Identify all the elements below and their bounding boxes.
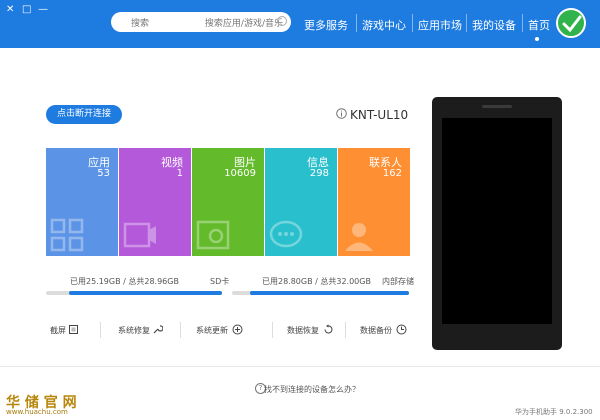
video-icon <box>123 222 156 248</box>
internal-storage-bar <box>232 291 409 295</box>
backup-button[interactable]: 数据备份 <box>360 325 392 336</box>
tool-separator <box>100 322 101 338</box>
search-input[interactable]: 搜索应用/游戏/音乐 <box>205 16 283 29</box>
nav-separator <box>412 14 413 32</box>
tile-count: 298 <box>309 168 329 179</box>
sd-storage-fill <box>68 291 222 295</box>
tile-videos[interactable]: 视频 1 <box>119 148 191 256</box>
tile-count: 1 <box>176 168 183 179</box>
screenshot-icon <box>69 325 78 334</box>
tool-separator <box>345 322 346 338</box>
restore-button[interactable]: 数据恢复 <box>287 325 319 336</box>
sd-storage-label: SD卡 <box>210 277 230 286</box>
internal-storage-fill <box>249 291 409 295</box>
phone-screen <box>442 118 552 324</box>
version-label: 华为手机助手 9.0.2.300 <box>515 408 593 416</box>
nav-item-game-center[interactable]: 游戏中心 <box>362 17 406 33</box>
phone-image <box>432 97 562 350</box>
tile-contacts[interactable]: 联系人 162 <box>338 148 410 256</box>
repair-icon <box>153 325 163 334</box>
phone-speaker <box>482 105 512 108</box>
picture-icon <box>196 220 230 250</box>
nav-separator <box>522 14 523 32</box>
sd-storage-usage: 已用25.19GB / 总共28.96GB <box>70 277 179 286</box>
help-link[interactable]: 找不到连接的设备怎么办？ <box>264 384 360 395</box>
tile-count: 53 <box>97 168 110 179</box>
maximize-icon[interactable]: □ <box>22 4 31 16</box>
contacts-icon <box>345 223 373 251</box>
close-icon[interactable]: ✕ <box>6 4 14 16</box>
footer-divider <box>0 366 600 367</box>
checkmark-logo-icon <box>562 15 582 33</box>
message-icon <box>269 220 303 248</box>
internal-storage-label: 内部存储 <box>382 277 414 286</box>
tool-separator <box>180 322 181 338</box>
device-model: KNT-UL10 <box>350 108 409 122</box>
system-repair-button[interactable]: 系统修复 <box>118 325 150 336</box>
nav-item-home[interactable]: 首页 <box>528 17 550 33</box>
nav-item-my-device[interactable]: 我的设备 <box>472 17 516 33</box>
active-nav-indicator <box>535 37 539 41</box>
nav-item-app-market[interactable]: 应用市场 <box>418 17 462 33</box>
disconnect-button[interactable]: 点击断开连接 <box>46 105 122 124</box>
tile-apps[interactable]: 应用 53 <box>46 148 118 256</box>
nav-separator <box>356 14 357 32</box>
sd-storage-bar <box>46 291 222 295</box>
backup-icon <box>396 324 407 335</box>
system-update-button[interactable]: 系统更新 <box>196 325 228 336</box>
tile-pictures[interactable]: 图片 10609 <box>192 148 264 256</box>
tile-messages[interactable]: 信息 298 <box>265 148 337 256</box>
apps-icon <box>50 218 84 252</box>
screenshot-button[interactable]: 截屏 <box>50 325 66 336</box>
info-icon[interactable] <box>336 108 347 119</box>
top-bar: ✕ □ — 搜索 搜索应用/游戏/音乐 更多服务 游戏中心 应用市场 我的设备 … <box>0 0 600 48</box>
restore-icon <box>324 324 333 334</box>
internal-storage-usage: 已用28.80GB / 总共32.00GB <box>262 277 371 286</box>
update-icon <box>232 324 243 335</box>
search-icon <box>277 16 287 26</box>
nav-separator <box>466 14 467 32</box>
tile-count: 10609 <box>224 168 256 179</box>
app-logo <box>556 8 586 38</box>
nav-item-more-services[interactable]: 更多服务 <box>304 17 348 33</box>
search-box[interactable]: 搜索 搜索应用/游戏/音乐 <box>111 12 291 32</box>
tile-count: 162 <box>382 168 402 179</box>
tool-separator <box>272 322 273 338</box>
search-button[interactable]: 搜索 <box>131 16 149 29</box>
minimize-icon[interactable]: — <box>38 4 48 16</box>
watermark-url: www.huachu.com <box>6 408 68 416</box>
